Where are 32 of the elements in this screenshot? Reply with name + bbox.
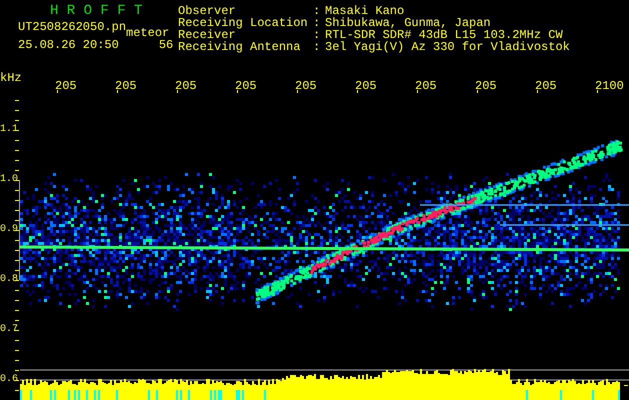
x-axis-label: 205 [415, 80, 437, 93]
info-label: Receiving Location [178, 17, 309, 29]
x-axis-label: 205 [475, 80, 497, 93]
x-axis-label: 205 [535, 80, 557, 93]
y-axis-label: 0.8 [0, 274, 18, 286]
meteor-count: 56 [158, 39, 174, 52]
colon-separator: : [313, 17, 322, 29]
y-axis-label: 1.0 [0, 174, 18, 186]
x-axis-label: 205 [55, 80, 77, 93]
file-name: UT2508262050.pn [18, 21, 126, 36]
colon-separator: : [313, 29, 322, 41]
x-axis-label: 205 [235, 80, 257, 93]
x-axis-label: 205 [175, 80, 197, 93]
y-axis-label: 0.9 [0, 224, 18, 236]
info-label: Receiving Antenna [178, 41, 302, 53]
info-value: 3el Yagi(V) Az 330 for Vladivostok [325, 41, 570, 53]
x-axis-label: 205 [115, 80, 137, 93]
x-axis-label: 205 [355, 80, 377, 93]
mode-label: meteor [126, 27, 170, 40]
app-title: H R O F F T [49, 4, 144, 18]
info-label: Observer [178, 5, 236, 17]
date-time: 25.08.26 20:50 [18, 39, 119, 52]
colon-separator: : [313, 41, 322, 53]
y-axis-label: 0.7 [0, 324, 18, 336]
colon-separator: : [313, 5, 322, 17]
x-axis-label: 205 [295, 80, 317, 93]
info-value: Masaki Kano [325, 5, 404, 17]
axis-unit: kHz [0, 72, 22, 85]
x-axis-label: 2100 [595, 80, 624, 93]
info-value: RTL-SDR SDR# 43dB L15 103.2MHz CW [325, 29, 563, 41]
info-label: Receiver [178, 29, 236, 41]
info-value: Shibukawa, Gunma, Japan [325, 17, 491, 29]
